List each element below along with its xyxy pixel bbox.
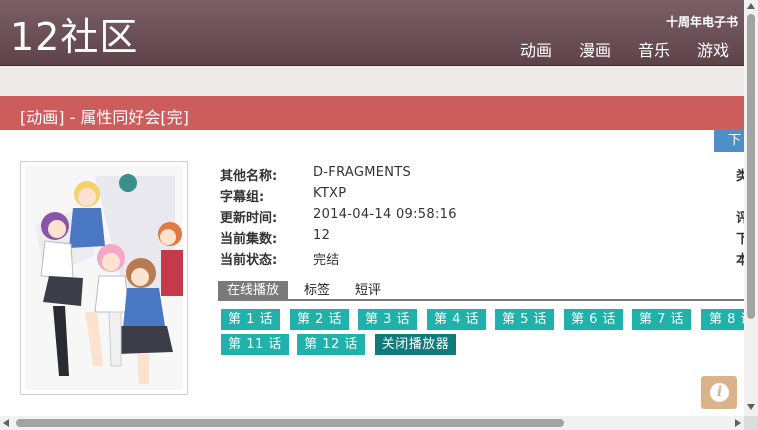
nav-item-music[interactable]: 音乐 xyxy=(638,37,670,61)
info-row: 更新时间: 2014-04-14 09:58:16 评 xyxy=(220,205,744,226)
site-header: 12社区 十周年电子书 动画 漫画 音乐 游戏 xyxy=(0,0,744,66)
info-row: 字幕组: KTXP xyxy=(220,184,744,205)
vertical-scroll-thumb[interactable] xyxy=(747,14,755,319)
cover-illustration xyxy=(25,166,183,390)
cover-image xyxy=(20,161,188,395)
episode-button[interactable]: 第 3 话 xyxy=(358,309,417,330)
info-button[interactable]: i xyxy=(701,376,737,409)
info-label: 当前状态: xyxy=(220,253,278,268)
main-nav: 动画 漫画 音乐 游戏 xyxy=(520,37,729,61)
episode-button[interactable]: 第 11 话 xyxy=(221,334,289,355)
close-player-button[interactable]: 关闭播放器 xyxy=(375,334,456,355)
episode-button[interactable]: 第 7 话 xyxy=(632,309,691,330)
tab-tags[interactable]: 标签 xyxy=(295,281,339,300)
episode-button[interactable]: 第 2 话 xyxy=(290,309,349,330)
scroll-down-icon[interactable] xyxy=(747,404,755,410)
info-side-label: 下 xyxy=(736,232,744,247)
page: 12社区 十周年电子书 动画 漫画 音乐 游戏 [动画] - 属性同好会[完] … xyxy=(0,0,744,416)
download-button[interactable]: 下 xyxy=(714,129,744,152)
episode-button[interactable]: 第 5 话 xyxy=(495,309,554,330)
info-label: 字幕组: xyxy=(220,190,265,205)
info-side-label: 本 xyxy=(736,253,744,268)
info-panel: 其他名称: D-FRAGMENTS 类 字幕组: KTXP 更新时间: 2014… xyxy=(220,163,744,268)
info-row: 当前状态: 完结 本 xyxy=(220,247,744,268)
nav-item-games[interactable]: 游戏 xyxy=(697,37,729,61)
tab-online-play[interactable]: 在线播放 xyxy=(218,281,289,300)
info-side-label: 评 xyxy=(736,211,744,226)
episode-button[interactable]: 第 8 话 xyxy=(701,309,744,330)
ebook-link[interactable]: 十周年电子书 xyxy=(666,13,738,30)
info-value: 完结 xyxy=(313,253,340,268)
sub-bar xyxy=(0,66,744,96)
info-value: KTXP xyxy=(313,186,347,201)
scrollbar-corner xyxy=(744,416,758,430)
scroll-left-icon[interactable] xyxy=(3,419,9,427)
detail-tabs: 在线播放 标签 短评 xyxy=(218,281,744,301)
info-label: 当前集数: xyxy=(220,232,278,247)
info-row: 其他名称: D-FRAGMENTS 类 xyxy=(220,163,744,184)
info-label: 其他名称: xyxy=(220,169,278,184)
info-icon: i xyxy=(710,383,729,402)
title-bar: [动画] - 属性同好会[完] xyxy=(0,96,744,130)
info-row: 当前集数: 12 下 xyxy=(220,226,744,247)
episode-button[interactable]: 第 4 话 xyxy=(427,309,486,330)
horizontal-scroll-thumb[interactable] xyxy=(16,419,564,427)
nav-item-anime[interactable]: 动画 xyxy=(520,37,552,61)
vertical-scrollbar[interactable] xyxy=(744,0,758,416)
nav-item-manga[interactable]: 漫画 xyxy=(579,37,611,61)
info-value: 2014-04-14 09:58:16 xyxy=(313,207,457,222)
episode-button[interactable]: 第 6 话 xyxy=(564,309,623,330)
horizontal-scrollbar[interactable] xyxy=(0,416,744,430)
tab-short-reviews[interactable]: 短评 xyxy=(346,281,390,300)
episode-button[interactable]: 第 1 话 xyxy=(221,309,280,330)
episode-button[interactable]: 第 12 话 xyxy=(297,334,365,355)
site-logo[interactable]: 12社区 xyxy=(10,13,138,61)
info-label: 更新时间: xyxy=(220,211,278,226)
scroll-up-icon[interactable] xyxy=(747,3,755,9)
scroll-right-icon[interactable] xyxy=(735,419,741,427)
info-side-label: 类 xyxy=(736,169,744,184)
info-value: D-FRAGMENTS xyxy=(313,165,412,180)
page-title: [动画] - 属性同好会[完] xyxy=(20,108,189,127)
info-value: 12 xyxy=(313,228,331,243)
